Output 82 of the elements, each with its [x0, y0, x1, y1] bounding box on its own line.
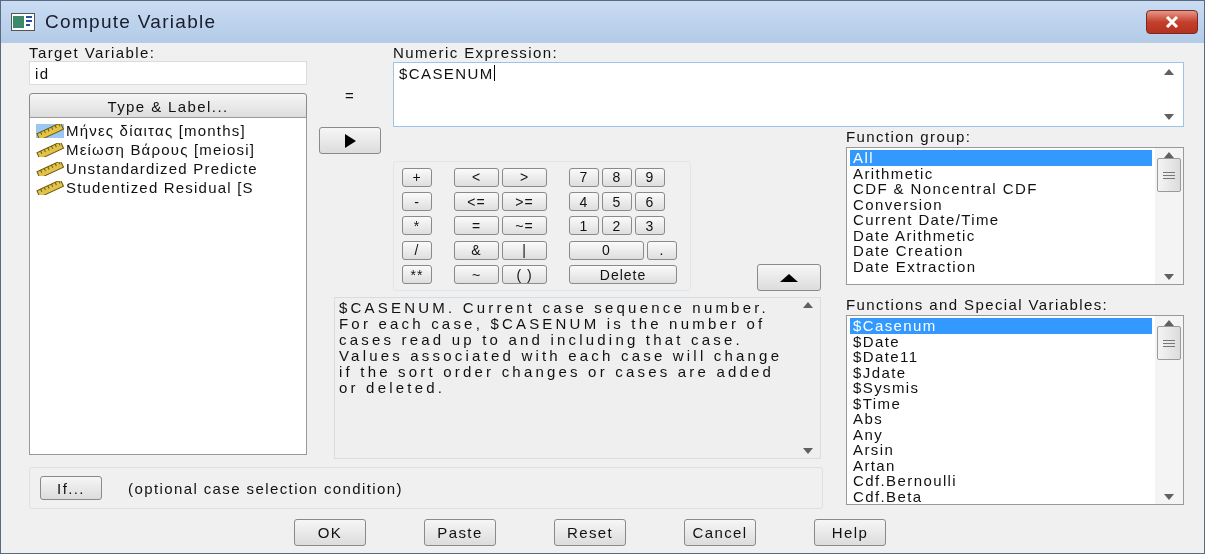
keypad-key[interactable]: 2 — [602, 216, 632, 236]
function-item[interactable]: Cdf.Beta — [850, 488, 1152, 504]
function-item[interactable]: $Jdate — [850, 364, 1152, 380]
keypad-key[interactable]: 3 — [635, 216, 665, 236]
keypad-key[interactable]: * — [402, 216, 432, 236]
keypad-key[interactable]: >= — [502, 192, 547, 212]
if-button[interactable]: If... — [40, 476, 102, 500]
type-label-button[interactable]: Type & Label... — [29, 93, 307, 119]
keypad-key[interactable]: + — [402, 167, 432, 187]
dialog-button[interactable]: OK — [294, 519, 366, 546]
function-item[interactable]: $Sysmis — [850, 380, 1152, 396]
keypad-key[interactable]: Delete — [569, 265, 677, 285]
keypad-key[interactable]: - — [402, 192, 432, 212]
keypad-key[interactable]: < — [454, 167, 499, 187]
scroll-down-icon[interactable] — [803, 448, 813, 454]
function-group-item[interactable]: Date Creation — [850, 243, 1152, 259]
function-group-item[interactable]: Arithmetic — [850, 165, 1152, 181]
right-triangle-icon — [344, 133, 356, 148]
description-text: $CASENUM. Current case sequence number. For each case, $CASENUM is the number of cases read up to and including that case. Values associated with each case will change if the sort order changes or cases are added or deleted. — [338, 298, 784, 398]
function-item[interactable]: Any — [850, 426, 1152, 442]
keypad-key[interactable]: & — [454, 240, 499, 260]
function-item[interactable]: $Time — [850, 395, 1152, 411]
numeric-expression-field[interactable]: $CASENUM — [393, 62, 1184, 127]
move-up-button[interactable] — [757, 264, 821, 291]
function-group-item[interactable]: Current Date/Time — [850, 212, 1152, 228]
scroll-down-icon[interactable] — [1164, 274, 1174, 280]
keypad-key[interactable]: . — [647, 240, 677, 260]
numeric-expression-label: Numeric Expression: — [393, 45, 559, 61]
function-item[interactable]: Arsin — [850, 442, 1152, 458]
window-icon — [11, 13, 35, 31]
dialog-button[interactable]: Reset — [554, 519, 626, 546]
function-item[interactable]: Abs — [850, 411, 1152, 427]
keypad-key[interactable]: 8 — [602, 167, 632, 187]
scroll-thumb[interactable] — [1157, 326, 1181, 360]
function-item[interactable]: $Date — [850, 333, 1152, 349]
function-group-item[interactable]: CDF & Noncentral CDF — [850, 181, 1152, 197]
function-item[interactable]: Cdf.Bernoulli — [850, 473, 1152, 489]
keypad-key[interactable]: 6 — [635, 192, 665, 212]
move-right-button[interactable] — [319, 127, 381, 154]
keypad-key[interactable]: 0 — [569, 240, 644, 260]
keypad-key[interactable]: 4 — [569, 192, 599, 212]
close-button[interactable] — [1146, 10, 1198, 34]
target-variable-label: Target Variable: — [29, 45, 157, 61]
dialog-button[interactable]: Help — [814, 519, 886, 546]
keypad-key[interactable]: ~= — [502, 216, 547, 236]
dialog-button[interactable]: Cancel — [684, 519, 756, 546]
scroll-up-icon[interactable] — [1164, 69, 1174, 75]
keypad-key[interactable]: ~ — [454, 265, 499, 285]
keypad-key[interactable]: 5 — [602, 192, 632, 212]
function-item[interactable]: $Date11 — [850, 349, 1152, 365]
scroll-down-icon[interactable] — [1164, 114, 1174, 120]
keypad-key[interactable]: > — [502, 167, 547, 187]
function-item[interactable]: Artan — [850, 457, 1152, 473]
scroll-down-icon[interactable] — [1164, 494, 1174, 500]
window-title: Compute Variable — [45, 11, 218, 33]
function-group-item[interactable]: Date Arithmetic — [850, 227, 1152, 243]
equals-sign: = — [344, 87, 356, 103]
keypad-key[interactable]: 9 — [635, 167, 665, 187]
keypad-key[interactable]: <= — [454, 192, 499, 212]
function-group-item[interactable]: Date Extraction — [850, 258, 1152, 274]
keypad-key[interactable]: 7 — [569, 167, 599, 187]
close-icon — [1164, 16, 1180, 28]
variable-item[interactable]: Studentized Residual [S — [30, 178, 306, 197]
if-hint: (optional case selection condition) — [128, 479, 403, 497]
dialog-button[interactable]: Paste — [424, 519, 496, 546]
ruler-icon — [36, 123, 64, 138]
function-group-label: Function group: — [846, 129, 973, 145]
keypad-key[interactable]: = — [454, 216, 499, 236]
variable-item[interactable]: Μείωση Βάρους [meiosi] — [30, 140, 306, 159]
scroll-thumb[interactable] — [1157, 158, 1181, 192]
keypad-key[interactable]: 1 — [569, 216, 599, 236]
scroll-up-icon[interactable] — [803, 302, 813, 308]
target-variable-field[interactable]: id — [29, 61, 307, 85]
functions-label: Functions and Special Variables: — [846, 297, 1110, 313]
keypad-key[interactable]: / — [402, 240, 432, 260]
variable-item[interactable]: Μήνες δίαιτας [months] — [30, 121, 306, 140]
up-triangle-icon — [780, 273, 798, 282]
keypad-key[interactable]: ( ) — [502, 265, 547, 285]
function-group-item[interactable]: Conversion — [850, 196, 1152, 212]
variable-item[interactable]: Unstandardized Predicte — [30, 159, 306, 178]
keypad-key[interactable]: ** — [402, 265, 432, 285]
keypad-key[interactable]: | — [502, 240, 547, 260]
